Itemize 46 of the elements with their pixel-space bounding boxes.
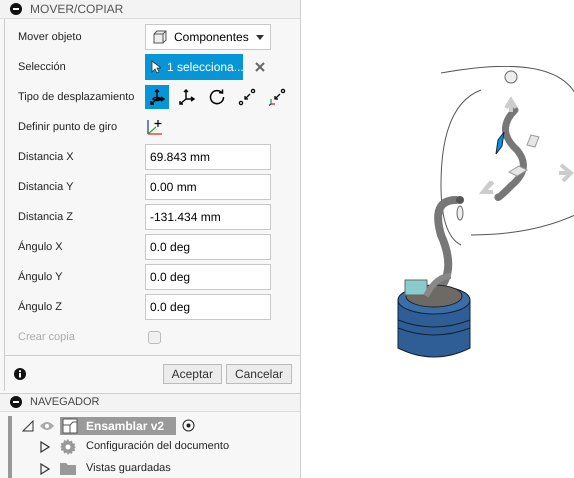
expanded-triangle-icon[interactable] (22, 420, 34, 432)
value-field[interactable]: 0.0 deg (145, 264, 271, 290)
collapsed-triangle-icon[interactable] (40, 462, 50, 474)
dialog-button[interactable]: Cancelar (226, 364, 292, 384)
collapse-icon[interactable] (10, 396, 22, 408)
field-label: Ángulo X (17, 240, 64, 255)
point-to-axes-icon (268, 88, 286, 106)
info-icon[interactable] (14, 368, 26, 380)
value-field[interactable]: 0.00 mm (145, 174, 271, 200)
value-field[interactable]: 0.0 deg (145, 294, 271, 320)
field-label: Distancia Y (17, 180, 74, 195)
cursor-icon (151, 60, 161, 74)
close-icon (255, 62, 265, 72)
panel-title: MOVER/COPIAR (30, 1, 124, 18)
dropdown-value: Componentes (174, 29, 250, 46)
collapse-icon[interactable] (10, 3, 22, 15)
field-label: Ángulo Y (17, 270, 64, 285)
field-label: Tipo de desplazamiento (17, 90, 136, 105)
navigator-item[interactable]: Configuración del documento (86, 438, 230, 455)
field-label: Crear copia (17, 330, 76, 345)
folder-icon (60, 462, 76, 474)
axes-arrows-icon (178, 88, 196, 106)
rotate-icon (208, 88, 226, 106)
navigator-item[interactable]: Vistas guardadas (86, 460, 171, 477)
value-field[interactable]: -131.434 mm (145, 204, 271, 230)
field-label: Mover objeto (17, 30, 83, 45)
value-field[interactable]: 0.0 deg (145, 234, 271, 260)
gear-icon (60, 438, 76, 454)
navigator-title: NAVEGADOR (30, 395, 100, 410)
point-to-point-icon (238, 88, 256, 106)
field-label: Selección (17, 60, 67, 75)
radio-icon[interactable] (182, 419, 196, 432)
field-label: Distancia Z (17, 210, 74, 225)
field-label: Distancia X (17, 150, 75, 165)
move-type-button[interactable] (145, 85, 169, 109)
move-axes-icon (148, 88, 166, 106)
collapsed-triangle-icon[interactable] (40, 440, 50, 452)
dialog-button[interactable]: Aceptar (162, 364, 222, 384)
value-field[interactable]: 69.843 mm (145, 144, 271, 170)
field-label: Definir punto de giro (17, 120, 118, 135)
components-icon (62, 418, 78, 434)
cube-icon (152, 29, 168, 45)
object-dropdown[interactable]: Componentes (145, 24, 271, 50)
caret-icon (256, 34, 264, 40)
pivot-axes-icon (146, 118, 164, 136)
field-label: Ángulo Z (17, 300, 64, 315)
